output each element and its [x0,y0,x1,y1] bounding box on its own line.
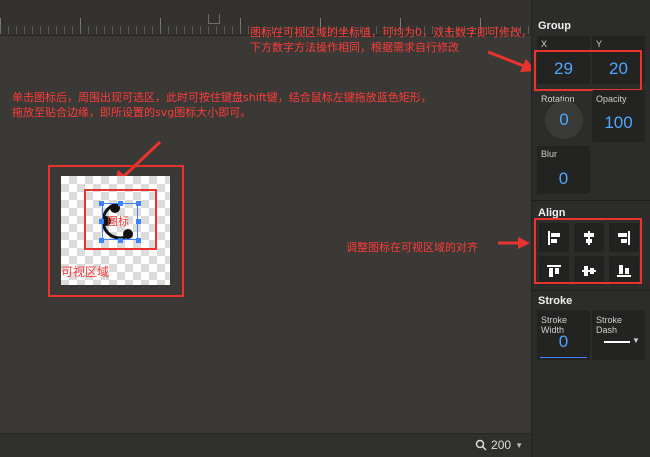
annotation-align-note: 调整图标在可视区域的对齐 [346,241,478,254]
opacity-value[interactable]: 100 [592,113,645,133]
annotation-coord-line1: 图标在可视区域的坐标值，可均为0，双击数字即可修改， [250,26,532,39]
stroke-width-value[interactable]: 0 [537,332,590,352]
y-label: Y [596,39,603,49]
x-label: X [541,39,548,49]
chevron-down-icon: ▼ [515,440,523,450]
visible-area-label: 可视区域 [61,265,110,279]
rotation-value[interactable]: 0 [545,110,583,130]
blur-label: Blur [541,149,558,159]
icon-label: 图标 [107,215,129,228]
annotation-frame-coords [534,50,642,91]
selection-handle[interactable] [99,238,104,243]
annotation-click-line1: 单击图标后，周围出现可选区，此时可按住键盘shift键，结合鼠标左键拖放蓝色矩形… [12,91,432,104]
stroke-section-title: Stroke [538,295,573,307]
stroke-dash-label: Stroke Dash [596,315,623,335]
zoom-control[interactable]: 200 ▼ [475,438,523,452]
opacity-label: Opacity [596,94,627,104]
blur-value[interactable]: 0 [537,169,590,189]
selection-handle[interactable] [136,238,141,243]
selection-handle[interactable] [118,201,123,206]
stroke-width-underline [540,357,587,358]
selection-handle[interactable] [136,201,141,206]
annotation-arrow-align [498,237,530,249]
section-divider [531,200,650,201]
selection-handle[interactable] [99,201,104,206]
stroke-dash-field[interactable]: Stroke Dash [592,310,645,360]
annotation-frame-align [534,218,642,284]
opacity-field[interactable]: Opacity 100 [592,90,645,142]
search-icon [475,439,487,451]
annotation-click-line2: 拖放至贴合边缘，即所设置的svg图标大小即可。 [12,106,252,119]
ruler-marker [208,14,220,24]
selection-handle[interactable] [99,219,104,224]
status-bar: 200 ▼ [0,433,531,457]
stroke-width-field[interactable]: Stroke Width 0 [537,310,590,360]
stroke-dash-sample [604,341,630,343]
annotation-coord-line2: 下方数字方法操作相同，根据需求自行修改 [250,41,459,54]
section-divider [531,290,650,291]
group-section-title: Group [538,20,571,32]
selection-handle[interactable] [136,219,141,224]
selection-handle[interactable] [118,238,123,243]
blur-field[interactable]: Blur 0 [537,146,590,194]
chevron-down-icon[interactable]: ▼ [632,336,640,345]
zoom-value: 200 [491,438,512,452]
